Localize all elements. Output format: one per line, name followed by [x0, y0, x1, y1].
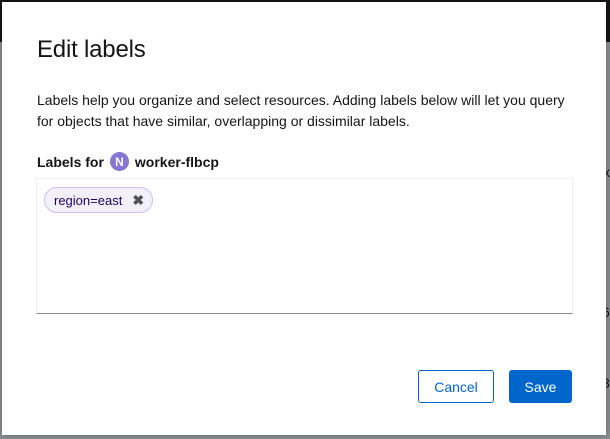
- label-chip-text: region=east: [54, 192, 123, 208]
- labels-for-heading: Labels for N worker-flbcp: [37, 152, 219, 171]
- labels-editor[interactable]: region=east ✖: [36, 178, 573, 314]
- modal-description: Labels help you organize and select reso…: [37, 92, 565, 129]
- label-input[interactable]: [157, 189, 461, 213]
- label-chip: region=east ✖: [44, 187, 154, 213]
- save-button[interactable]: Save: [509, 370, 572, 403]
- cancel-button[interactable]: Cancel: [418, 370, 494, 403]
- edit-labels-modal: Edit labels Labels help you organize and…: [2, 2, 606, 435]
- resource-name: worker-flbcp: [134, 153, 219, 170]
- resource-kind-badge: N: [109, 152, 129, 171]
- modal-title: Edit labels: [37, 36, 146, 63]
- labels-for-prefix: Labels for: [37, 153, 104, 170]
- close-icon[interactable]: ✖: [132, 193, 144, 207]
